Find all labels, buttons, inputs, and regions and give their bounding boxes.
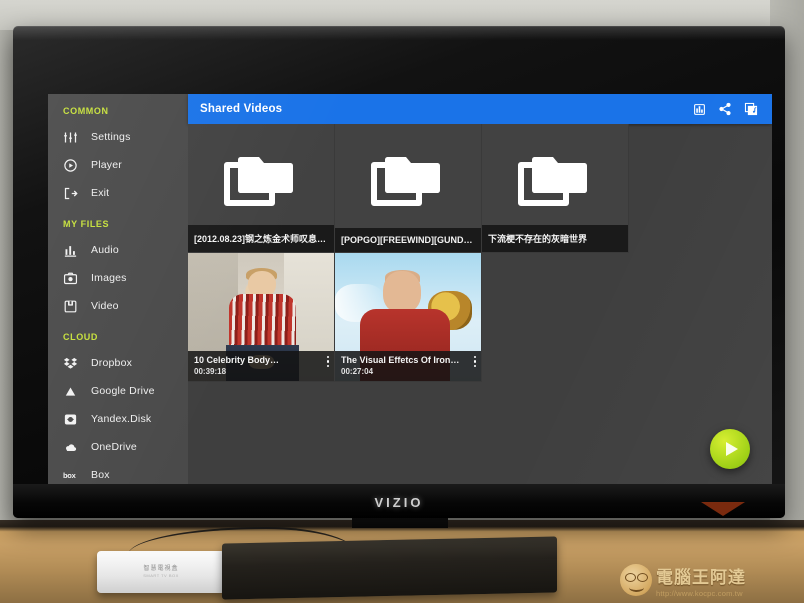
photo-icon (63, 270, 85, 286)
tv-brand-logo: VIZIO (374, 495, 424, 510)
sidebar-item-images[interactable]: Images (48, 264, 188, 292)
folder-multi-icon (517, 151, 593, 211)
tile-name: [2012.08.23]钢之炼金术师叹息之… (194, 234, 328, 244)
folder-multi-icon (223, 151, 299, 211)
android-tv-box: 智慧電視盒 SMART TV BOX (97, 551, 225, 593)
sidebar-section-cloud-header: CLOUD (63, 332, 98, 342)
sidebar-item-label: Settings (91, 131, 131, 143)
watermark-url: http://www.kocpc.com.tw (656, 588, 743, 598)
sidebar-item-onedrive[interactable]: OneDrive (48, 433, 188, 461)
overflow-menu-icon[interactable] (326, 354, 329, 370)
tv-accent-triangle (701, 502, 745, 516)
sidebar-item-google-drive[interactable]: Google Drive (48, 377, 188, 405)
sidebar-item-player[interactable]: Player (48, 151, 188, 179)
watermark-brand: 電腦王阿達 (656, 567, 746, 588)
play-triangle-icon (725, 442, 738, 456)
onedrive-icon (63, 439, 85, 455)
app-bar: Shared Videos (188, 94, 772, 124)
tile-caption: 下流梗不存在的灰暗世界 (482, 225, 628, 252)
video-icon (63, 298, 85, 314)
tv-box-sublabel: SMART TV BOX (143, 573, 179, 578)
sidebar-item-settings[interactable]: Settings (48, 123, 188, 151)
photo-scene: 智慧電視盒 SMART TV BOX COMMON Settings Playe… (0, 0, 804, 603)
play-fab[interactable] (710, 429, 750, 469)
exit-icon (63, 185, 85, 201)
tile-name: The Visual Effetcs Of Iron… (341, 355, 460, 365)
app-sidebar: COMMON Settings Player Exit MY FILES Aud… (48, 94, 188, 493)
sidebar-item-dropbox[interactable]: Dropbox (48, 349, 188, 377)
sidebar-item-label: Box (91, 469, 110, 481)
overflow-menu-icon[interactable] (473, 354, 476, 370)
tile-caption: [POPGO][FREEWIND][GUNDAM… (335, 228, 481, 252)
sidebar-item-label: Player (91, 159, 122, 171)
tile-caption: 10 Celebrity Body… 00:39:18 (188, 351, 334, 381)
sidebar-item-label: Images (91, 272, 127, 284)
sliders-icon (63, 129, 85, 145)
grid-tile-folder[interactable]: [2012.08.23]钢之炼金术师叹息之… (188, 124, 335, 253)
tile-name: [POPGO][FREEWIND][GUNDAM… (341, 235, 475, 245)
sidebar-item-label: Dropbox (91, 357, 133, 369)
sidebar-item-label: Yandex.Disk (91, 413, 152, 425)
tile-name: 10 Celebrity Body… (194, 355, 280, 365)
page-title: Shared Videos (200, 103, 283, 115)
sidebar-section-myfiles-header: MY FILES (63, 219, 110, 229)
play-circle-icon (63, 157, 85, 173)
tile-caption: The Visual Effetcs Of Iron… 00:27:04 (335, 351, 481, 381)
sidebar-item-audio[interactable]: Audio (48, 236, 188, 264)
box-wordmark: box (63, 470, 76, 480)
file-grid: [2012.08.23]钢之炼金术师叹息之… [POPGO][FREEWIND]… (188, 124, 772, 382)
grid-tile-video[interactable]: 10 Celebrity Body… 00:39:18 (188, 253, 335, 382)
sidebar-item-label: Video (91, 300, 119, 312)
sidebar-item-label: Google Drive (91, 385, 155, 397)
yandex-disk-icon (63, 411, 85, 427)
box-icon: box (63, 467, 85, 483)
grid-tile-folder[interactable]: 下流梗不存在的灰暗世界 (482, 124, 629, 253)
tv-box-logo: 智慧電視盒 (143, 566, 179, 572)
dropbox-icon (63, 355, 85, 371)
tv-bottom-bezel: VIZIO (13, 484, 785, 518)
playlist-icon[interactable] (738, 96, 764, 122)
sidebar-item-yandex-disk[interactable]: Yandex.Disk (48, 405, 188, 433)
sidebar-item-label: Exit (91, 187, 110, 199)
share-icon[interactable] (712, 96, 738, 122)
sidebar-item-video[interactable]: Video (48, 292, 188, 320)
sidebar-section-common-header: COMMON (63, 106, 109, 116)
google-drive-icon (63, 383, 85, 399)
tile-duration: 00:27:04 (341, 367, 374, 376)
television: COMMON Settings Player Exit MY FILES Aud… (13, 26, 785, 518)
sidebar-item-label: OneDrive (91, 441, 137, 453)
equalizer-icon (63, 242, 85, 258)
view-mode-icon[interactable] (686, 96, 712, 122)
watermark: 電腦王阿達 http://www.kocpc.com.tw (620, 563, 796, 598)
tile-duration: 00:39:18 (194, 367, 227, 376)
sidebar-item-exit[interactable]: Exit (48, 179, 188, 207)
grid-tile-video[interactable]: The Visual Effetcs Of Iron… 00:27:04 (335, 253, 482, 382)
folder-multi-icon (370, 151, 446, 211)
mascot-icon (620, 564, 652, 596)
app-main: Shared Videos [2012.08.23]钢之炼金术师叹息之… [PO… (188, 94, 772, 493)
grid-tile-folder[interactable]: [POPGO][FREEWIND][GUNDAM… (335, 124, 482, 253)
sidebar-item-label: Audio (91, 244, 119, 256)
dark-tray (222, 536, 557, 600)
tile-name: 下流梗不存在的灰暗世界 (488, 234, 588, 244)
tv-screen: COMMON Settings Player Exit MY FILES Aud… (48, 94, 772, 493)
tile-caption: [2012.08.23]钢之炼金术师叹息之… (188, 225, 334, 252)
